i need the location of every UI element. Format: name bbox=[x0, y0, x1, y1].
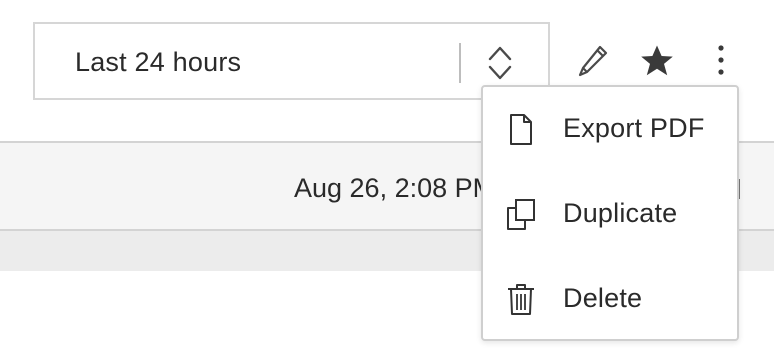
sort-updown-icon[interactable] bbox=[487, 44, 513, 82]
copy-icon bbox=[507, 199, 535, 230]
menu-item-label: Delete bbox=[563, 283, 643, 313]
menu-item-export-pdf[interactable]: Export PDF bbox=[483, 87, 737, 171]
select-divider bbox=[459, 43, 461, 83]
time-range-select[interactable]: Last 24 hours bbox=[33, 22, 550, 100]
menu-item-duplicate[interactable]: Duplicate bbox=[483, 172, 737, 256]
menu-item-label: Export PDF bbox=[563, 113, 705, 143]
timestamp-cell: Aug 26, 2:08 PM bbox=[294, 173, 496, 203]
pencil-icon[interactable] bbox=[576, 43, 610, 79]
dashboard-page: Last 24 hours Aug 26, 2:08 PM Export PDF bbox=[0, 0, 774, 364]
trash-icon bbox=[508, 284, 534, 315]
kebab-icon[interactable] bbox=[712, 44, 730, 76]
menu-item-delete[interactable]: Delete bbox=[483, 257, 737, 341]
star-icon[interactable] bbox=[640, 44, 674, 78]
time-range-value: Last 24 hours bbox=[75, 47, 242, 77]
more-actions-menu: Export PDF Duplicate Delete bbox=[481, 85, 739, 341]
menu-item-label: Duplicate bbox=[563, 198, 678, 228]
file-icon bbox=[510, 114, 532, 145]
